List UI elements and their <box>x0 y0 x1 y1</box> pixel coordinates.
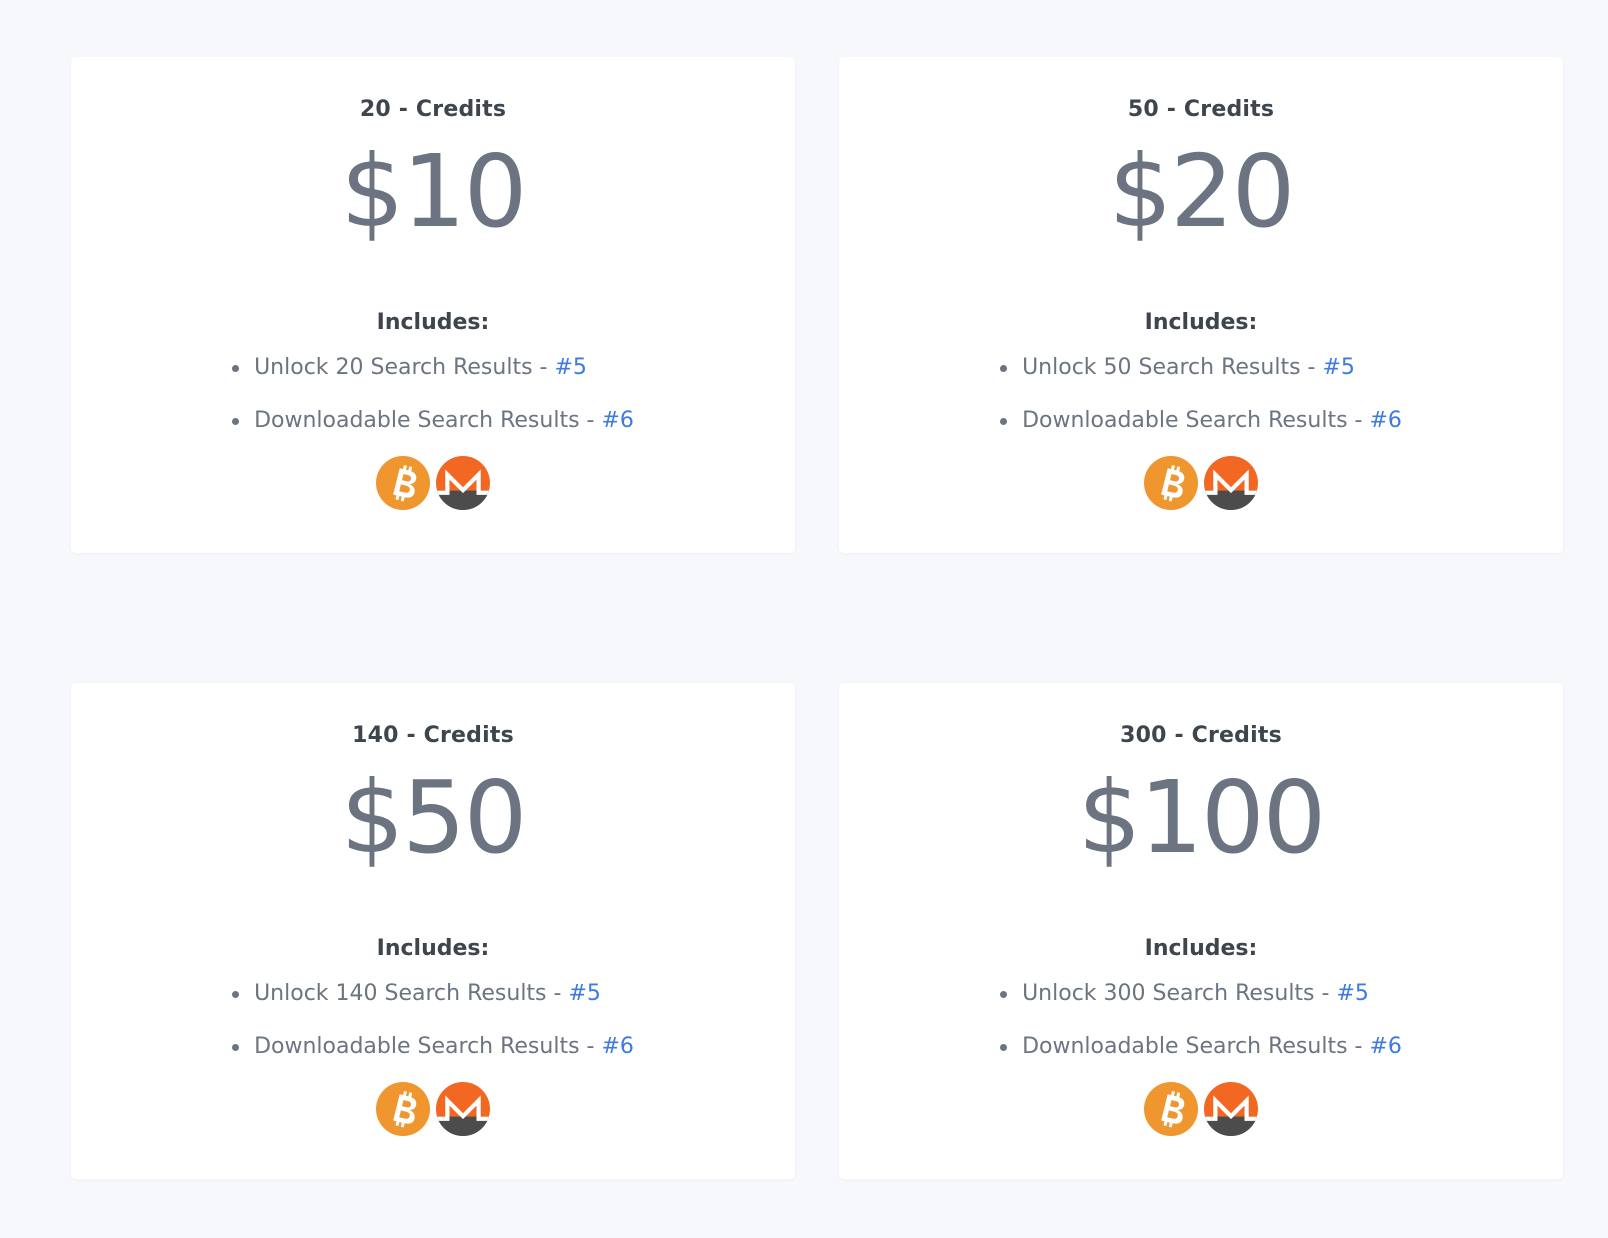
plan-credits: 300 - Credits <box>1120 723 1282 748</box>
feature-list: Unlock 140 Search Results - #5 Downloada… <box>232 979 634 1085</box>
feature-text: Unlock 50 Search Results - <box>1022 355 1323 380</box>
plan-credits: 140 - Credits <box>352 723 514 748</box>
bitcoin-icon[interactable] <box>1144 1082 1198 1136</box>
plan-price: $20 <box>1108 133 1296 250</box>
bullet-icon <box>1000 991 1008 998</box>
feature-item: Downloadable Search Results - #6 <box>1000 1032 1402 1085</box>
feature-text: Unlock 300 Search Results - <box>1022 981 1337 1006</box>
includes-heading: Includes: <box>376 310 490 335</box>
monero-icon[interactable] <box>1204 1082 1258 1136</box>
bullet-icon <box>1000 1044 1008 1051</box>
includes-heading: Includes: <box>1144 310 1258 335</box>
feature-item: Unlock 50 Search Results - #5 <box>1000 353 1355 406</box>
feature-item: Unlock 300 Search Results - #5 <box>1000 979 1369 1032</box>
bitcoin-icon[interactable] <box>1144 456 1198 510</box>
plan-price: $50 <box>340 759 528 876</box>
bullet-icon <box>232 418 240 425</box>
feature-item: Downloadable Search Results - #6 <box>1000 406 1402 459</box>
feature-link[interactable]: #6 <box>601 408 633 433</box>
pricing-card-20-credits: 20 - Credits $10 Includes: Unlock 20 Sea… <box>71 57 795 553</box>
payment-options <box>376 1082 490 1136</box>
plan-credits: 20 - Credits <box>359 97 507 122</box>
feature-text: Downloadable Search Results - <box>1022 408 1370 433</box>
feature-list: Unlock 300 Search Results - #5 Downloada… <box>1000 979 1402 1085</box>
feature-item: Unlock 20 Search Results - #5 <box>232 353 587 406</box>
feature-link[interactable]: #5 <box>568 981 600 1006</box>
bullet-icon <box>232 1044 240 1051</box>
monero-icon[interactable] <box>1204 456 1258 510</box>
feature-text: Downloadable Search Results - <box>254 408 602 433</box>
feature-text: Unlock 140 Search Results - <box>254 981 569 1006</box>
plan-price: $100 <box>1077 759 1326 876</box>
bullet-icon <box>232 365 240 372</box>
feature-item: Downloadable Search Results - #6 <box>232 406 634 459</box>
monero-icon[interactable] <box>436 456 490 510</box>
feature-link[interactable]: #6 <box>1369 408 1401 433</box>
pricing-card-140-credits: 140 - Credits $50 Includes: Unlock 140 S… <box>71 683 795 1179</box>
pricing-card-50-credits: 50 - Credits $20 Includes: Unlock 50 Sea… <box>839 57 1563 553</box>
pricing-grid: 20 - Credits $10 Includes: Unlock 20 Sea… <box>71 57 1563 1179</box>
payment-options <box>376 456 490 510</box>
feature-text: Unlock 20 Search Results - <box>254 355 555 380</box>
bitcoin-icon[interactable] <box>376 1082 430 1136</box>
includes-heading: Includes: <box>376 936 490 961</box>
feature-link[interactable]: #6 <box>601 1034 633 1059</box>
bitcoin-icon[interactable] <box>376 456 430 510</box>
feature-link[interactable]: #5 <box>554 355 586 380</box>
payment-options <box>1144 456 1258 510</box>
feature-link[interactable]: #5 <box>1336 981 1368 1006</box>
plan-credits: 50 - Credits <box>1127 97 1275 122</box>
monero-icon[interactable] <box>436 1082 490 1136</box>
bullet-icon <box>1000 418 1008 425</box>
bullet-icon <box>232 991 240 998</box>
payment-options <box>1144 1082 1258 1136</box>
plan-price: $10 <box>340 133 528 250</box>
feature-list: Unlock 20 Search Results - #5 Downloadab… <box>232 353 634 459</box>
feature-link[interactable]: #5 <box>1322 355 1354 380</box>
feature-link[interactable]: #6 <box>1369 1034 1401 1059</box>
feature-text: Downloadable Search Results - <box>1022 1034 1370 1059</box>
feature-text: Downloadable Search Results - <box>254 1034 602 1059</box>
feature-item: Unlock 140 Search Results - #5 <box>232 979 601 1032</box>
pricing-card-300-credits: 300 - Credits $100 Includes: Unlock 300 … <box>839 683 1563 1179</box>
bullet-icon <box>1000 365 1008 372</box>
includes-heading: Includes: <box>1144 936 1258 961</box>
feature-item: Downloadable Search Results - #6 <box>232 1032 634 1085</box>
feature-list: Unlock 50 Search Results - #5 Downloadab… <box>1000 353 1402 459</box>
